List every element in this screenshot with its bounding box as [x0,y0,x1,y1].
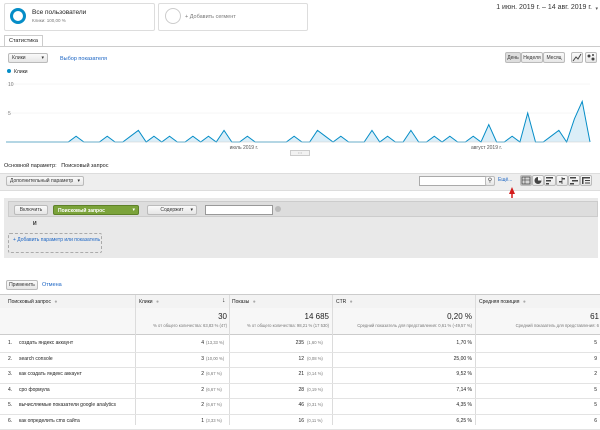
row-query[interactable]: как создать яндекс аккаунт [19,371,82,377]
table-row: 4. cpo формула 2(6,67 %) 28(0,19 %) 7,14 % 5 [0,383,600,400]
header-ctr[interactable]: CTR ● [336,299,353,305]
row-impressions: 46 [232,402,304,408]
help-icon: ● [253,299,256,305]
row-impressions-pct: (0,14 %) [307,371,323,376]
row-clicks: 3 [140,356,204,362]
row-number: 2. [8,356,12,362]
row-clicks-pct: (6,67 %) [206,387,222,392]
table-row: 6. как определить cms сайта 1(3,33 %) 16(0,… [0,414,600,430]
filter-and-label: И [33,221,37,227]
filter-value-input[interactable] [205,205,273,215]
total-impressions: 14 685 [232,312,329,321]
row-number: 3. [8,371,12,377]
row-clicks-pct: (10,00 %) [206,356,224,361]
header-clicks-label: Клики [139,299,153,305]
total-ctr-sub: Средний показатель для представления: 0,… [336,323,472,328]
row-impressions-pct: (0,19 %) [307,387,323,392]
row-query[interactable]: вычисляемые показатели google analytics [19,402,116,408]
row-ctr: 6,25 % [336,418,472,424]
row-number: 6. [8,418,12,424]
row-clicks-pct: (13,33 %) [206,340,224,345]
chevron-down-icon: ▾ [132,207,135,213]
header-impressions-label: Показы [232,299,249,305]
annotation-arrowhead-up [509,187,515,194]
header-ctr-label: CTR [336,299,346,305]
filter-dimension-select[interactable]: Поисковый запрос ▾ [53,205,139,215]
table-row: 2. search console 3(10,00 %) 12(0,08 %) 25,0… [0,352,600,369]
row-clicks-pct: (3,33 %) [206,418,222,423]
row-ctr: 7,14 % [336,387,472,393]
row-clicks: 2 [140,402,204,408]
row-impressions: 235 [232,340,304,346]
help-icon: ● [156,299,159,305]
row-clicks: 4 [140,340,204,346]
chevron-down-icon: ▾ [190,206,193,215]
total-position: 61 [480,312,599,321]
row-clicks: 1 [140,418,204,424]
add-filter-param[interactable]: + Добавить параметр или показатель [8,233,102,253]
row-query[interactable]: создать яндекс аккаунт [19,340,73,346]
row-ctr: 25,00 % [336,356,472,362]
row-number: 1. [8,340,12,346]
row-query[interactable]: как определить cms сайта [19,418,80,424]
row-number: 5. [8,402,12,408]
header-impressions[interactable]: Показы ● [232,299,256,305]
row-position: 2 [480,371,597,377]
header-query[interactable]: Поисковый запрос ● [8,299,57,305]
row-impressions: 12 [232,356,304,362]
sort-desc-icon[interactable]: ↓ [222,297,226,304]
header-query-label: Поисковый запрос [8,299,51,305]
row-query[interactable]: search console [19,356,53,362]
row-clicks: 2 [140,387,204,393]
header-position[interactable]: Средняя позиция ● [479,299,526,305]
row-position: 6 [480,418,597,424]
row-clicks: 2 [140,371,204,377]
total-position-sub: Средний показатель для представления: 6 [476,323,599,328]
row-impressions-pct: (0,31 %) [307,402,323,407]
row-clicks-pct: (6,67 %) [206,371,222,376]
filter-remove-icon[interactable] [275,206,281,212]
add-filter-param-label: + Добавить параметр или показатель [13,237,100,243]
header-clicks[interactable]: Клики ● [139,299,159,305]
row-ctr: 1,70 % [336,340,472,346]
filter-dimension-label: Поисковый запрос [58,208,105,214]
row-impressions-pct: (0,11 %) [307,418,323,423]
table-row: 5. вычисляемые показатели google analytic… [0,398,600,415]
table-row: 1. создать яндекс аккаунт 4(13,33 %) 235(1,… [0,336,600,353]
total-clicks-sub: % от общего количества: 63,83 % (47) [136,323,227,328]
total-impressions-sub: % от общего количества: 98,21 % (17 530) [230,323,329,328]
row-impressions-pct: (0,08 %) [307,356,323,361]
row-position: 5 [480,340,597,346]
help-icon: ● [523,299,526,305]
help-icon: ● [54,299,57,305]
filter-include-select[interactable]: Включить [14,205,48,215]
total-ctr: 0,20 % [336,312,472,321]
help-icon: ● [350,299,353,305]
row-number: 4. [8,387,12,393]
cancel-link[interactable]: Отмена [42,282,62,288]
row-position: 9 [480,356,597,362]
total-clicks: 30 [140,312,227,321]
row-impressions: 21 [232,371,304,377]
row-ctr: 9,52 % [336,371,472,377]
row-ctr: 4,35 % [336,402,472,408]
row-impressions: 28 [232,387,304,393]
row-position: 5 [480,402,597,408]
row-impressions: 16 [232,418,304,424]
row-position: 5 [480,387,597,393]
table-row: 3.как создать яндекс аккаунт2(6,67 %)21(… [0,367,600,384]
row-impressions-pct: (1,60 %) [307,340,323,345]
row-clicks-pct: (6,67 %) [206,402,222,407]
filter-operator-select[interactable]: Содержит ▾ [147,205,197,215]
header-position-label: Средняя позиция [479,299,519,305]
row-query[interactable]: cpo формула [19,387,50,393]
filter-operator-label: Содержит [160,207,183,213]
apply-button[interactable]: Применить [6,280,38,290]
